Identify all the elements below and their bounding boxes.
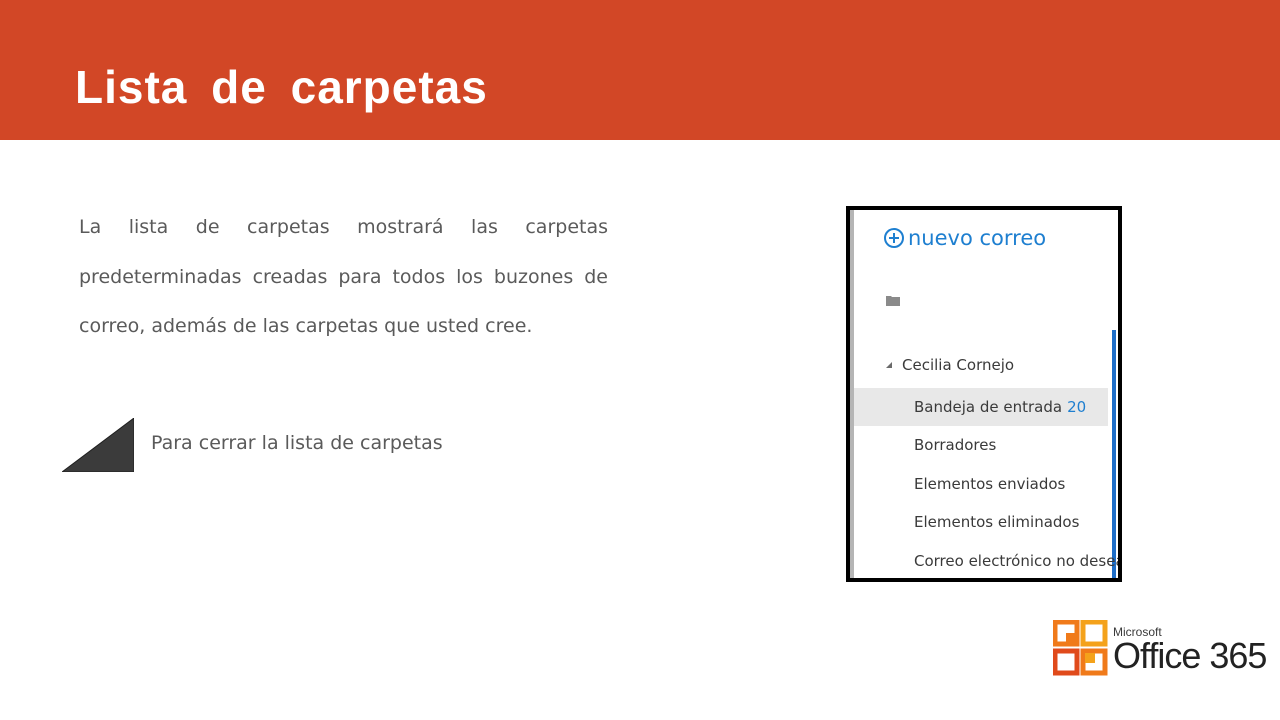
folder-icon[interactable] — [886, 294, 900, 306]
folder-label: Bandeja de entrada — [914, 398, 1063, 416]
office-365-logo: Microsoft Office 365 — [1053, 620, 1273, 676]
plus-circle-icon — [884, 228, 904, 248]
collapse-triangle-icon — [886, 362, 892, 368]
folder-item-correo-no-deseado[interactable]: Correo electrónico no deseado — [854, 542, 1118, 578]
folder-item-borradores[interactable]: Borradores — [854, 426, 1108, 464]
account-node[interactable]: Cecilia Cornejo — [886, 356, 1014, 374]
scrollbar[interactable] — [1112, 330, 1116, 578]
account-name: Cecilia Cornejo — [902, 356, 1015, 374]
folder-item-bandeja-de-entrada[interactable]: Bandeja de entrada 20 — [854, 388, 1108, 426]
logo-product-text: Office 365 — [1113, 635, 1267, 676]
folder-item-elementos-enviados[interactable]: Elementos enviados — [854, 465, 1108, 503]
new-mail-button[interactable]: nuevo correo — [884, 226, 1046, 250]
triangle-corner-icon — [62, 418, 134, 472]
folder-item-elementos-eliminados[interactable]: Elementos eliminados — [854, 503, 1108, 541]
caption-text: Para cerrar la lista de carpetas — [151, 432, 443, 454]
body-text: La lista de carpetas mostrará las carpet… — [79, 216, 608, 337]
office-logo-mark-icon — [1053, 620, 1108, 676]
folder-label: Elementos enviados — [914, 475, 1066, 493]
slide-title: Lista de carpetas — [75, 61, 488, 113]
folder-label: Borradores — [914, 436, 997, 454]
unread-count-badge: 20 — [1067, 398, 1087, 416]
folder-label: Correo electrónico no deseado — [914, 552, 1122, 570]
new-mail-label: nuevo correo — [908, 226, 1047, 250]
folder-label: Elementos eliminados — [914, 513, 1080, 531]
folder-list-screenshot: nuevo correo Cecilia Cornejo Bandeja de … — [846, 206, 1122, 582]
